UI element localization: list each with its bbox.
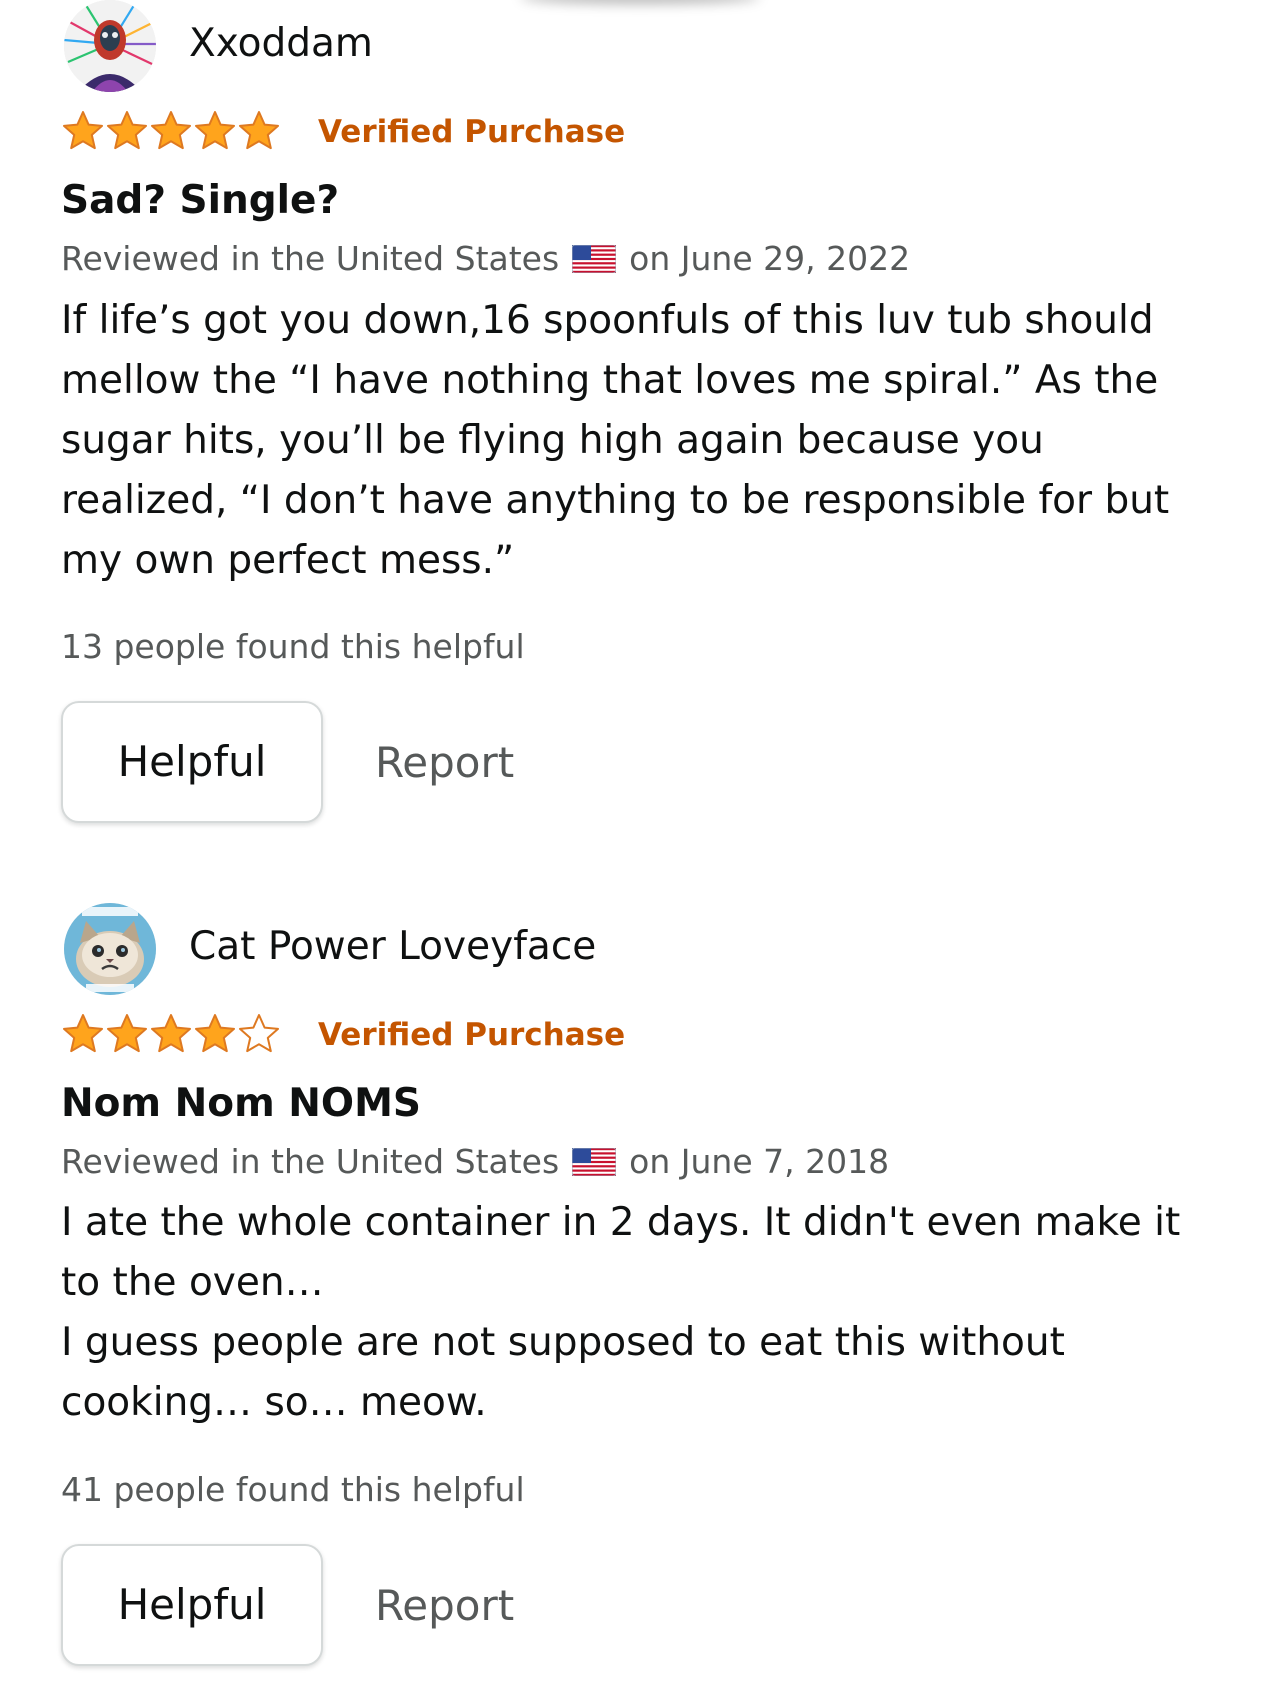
report-link[interactable]: Report <box>375 1576 514 1636</box>
review-location: Reviewed in the United States <box>61 239 560 278</box>
star-rating <box>61 1012 281 1056</box>
star-empty-icon <box>237 1012 281 1056</box>
star-filled-icon <box>105 109 149 153</box>
review-body-line: mellow the “I have nothing that loves me… <box>61 358 1159 403</box>
star-filled-icon <box>61 1012 105 1056</box>
us-flag-icon <box>572 1148 617 1176</box>
helpful-button[interactable]: Helpful <box>61 1544 323 1666</box>
review-meta: Reviewed in the United States on June 7,… <box>61 1140 889 1184</box>
star-rating <box>61 109 281 153</box>
star-filled-icon <box>149 109 193 153</box>
review-date: on June 7, 2018 <box>629 1142 890 1181</box>
review-title[interactable]: Nom Nom NOMS <box>61 1080 421 1128</box>
review-body-line: sugar hits, you’ll be flying high again … <box>61 418 1044 463</box>
verified-purchase-badge: Verified Purchase <box>318 114 626 150</box>
reviewer-name[interactable]: Cat Power Loveyface <box>189 923 596 971</box>
review-meta: Reviewed in the United States on June 29… <box>61 237 910 281</box>
review-title[interactable]: Sad? Single? <box>61 177 339 225</box>
review-body-line: cooking… so… meow. <box>61 1380 487 1425</box>
reviewer-avatar[interactable] <box>64 0 156 92</box>
helpful-button[interactable]: Helpful <box>61 701 323 823</box>
review-body: If life’s got you down,16 spoonfuls of t… <box>61 291 1241 591</box>
star-filled-icon <box>61 109 105 153</box>
reviewer-avatar[interactable] <box>64 903 156 995</box>
review-body: I ate the whole container in 2 days. It … <box>61 1193 1241 1433</box>
review-body-line: realized, “I don’t have anything to be r… <box>61 478 1170 523</box>
helpful-count: 13 people found this helpful <box>61 627 525 666</box>
review-body-line: to the oven… <box>61 1260 324 1305</box>
star-filled-icon <box>237 109 281 153</box>
report-link[interactable]: Report <box>375 733 514 793</box>
review-body-line: If life’s got you down,16 spoonfuls of t… <box>61 298 1154 343</box>
star-filled-icon <box>105 1012 149 1056</box>
review-location: Reviewed in the United States <box>61 1142 560 1181</box>
review-body-line: my own perfect mess.” <box>61 538 515 583</box>
star-filled-icon <box>149 1012 193 1056</box>
star-filled-icon <box>193 1012 237 1056</box>
reviewer-name[interactable]: Xxoddam <box>189 20 373 68</box>
star-filled-icon <box>193 109 237 153</box>
review-body-line: I guess people are not supposed to eat t… <box>61 1320 1065 1365</box>
us-flag-icon <box>572 245 617 273</box>
helpful-count: 41 people found this helpful <box>61 1470 525 1509</box>
review-date: on June 29, 2022 <box>629 239 911 278</box>
review-body-line: I ate the whole container in 2 days. It … <box>61 1200 1181 1245</box>
verified-purchase-badge: Verified Purchase <box>318 1017 626 1053</box>
